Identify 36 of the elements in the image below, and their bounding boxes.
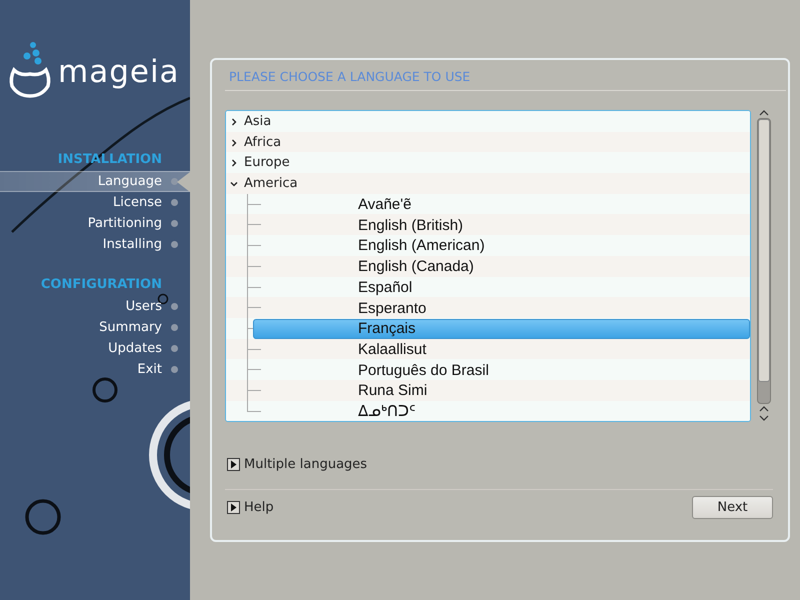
tree-category[interactable]: America xyxy=(244,176,298,191)
chevron-right-icon[interactable] xyxy=(230,138,238,147)
tree-category[interactable]: Asia xyxy=(244,114,272,129)
logo-text: mageia xyxy=(58,54,180,90)
chevron-right-icon[interactable] xyxy=(230,159,238,168)
language-item[interactable]: Português do Brasil xyxy=(253,360,750,380)
cauldron-icon xyxy=(8,42,52,98)
step-item: License xyxy=(112,195,179,210)
language-item[interactable]: English (American) xyxy=(253,236,750,256)
multiple-languages-toggle[interactable]: Multiple languages xyxy=(244,457,368,472)
language-item[interactable]: ᐃᓄᒃᑎᑐᑦ xyxy=(253,402,750,421)
step-item: Users xyxy=(126,299,179,314)
expand-icon[interactable] xyxy=(227,501,240,514)
language-item[interactable]: Español xyxy=(253,278,750,298)
language-item[interactable]: Avañe'ẽ xyxy=(253,194,750,214)
step-item: Partitioning xyxy=(88,216,179,231)
step-item: Exit xyxy=(137,362,179,377)
step-item: Summary xyxy=(99,320,179,335)
scrollbar[interactable] xyxy=(757,118,771,404)
panel-title: PLEASE CHOOSE A LANGUAGE TO USE xyxy=(225,60,786,91)
tree-category[interactable]: Africa xyxy=(244,134,282,150)
chevron-down-icon[interactable] xyxy=(230,180,238,188)
step-item: Installing xyxy=(102,237,179,252)
expand-icon[interactable] xyxy=(227,458,240,471)
scroll-handle[interactable] xyxy=(758,119,770,382)
selection-pointer xyxy=(177,172,190,192)
next-button[interactable]: Next xyxy=(692,496,773,519)
scroll-up-icon[interactable] xyxy=(759,110,769,116)
language-item[interactable]: Français xyxy=(253,318,750,339)
help-toggle[interactable]: Help xyxy=(244,500,274,515)
step-item: Updates xyxy=(108,341,179,356)
scroll-arrows-icon[interactable] xyxy=(759,406,769,422)
section-title: CONFIGURATION xyxy=(40,277,162,292)
step-item: Language xyxy=(98,174,179,189)
tree-category[interactable]: Europe xyxy=(244,155,290,170)
chevron-right-icon[interactable] xyxy=(230,118,238,126)
